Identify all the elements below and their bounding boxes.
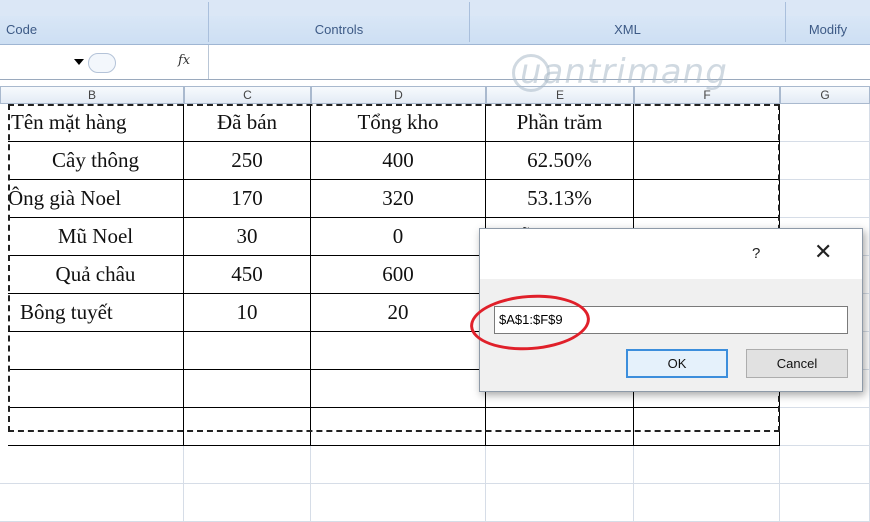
table-row <box>0 446 870 484</box>
table-cell[interactable] <box>634 484 780 522</box>
table-cell[interactable] <box>0 484 184 522</box>
cancel-button[interactable]: Cancel <box>746 349 848 378</box>
table-cell[interactable]: 250 <box>184 142 311 180</box>
table-cell[interactable]: 20 <box>311 294 486 332</box>
table-cell[interactable] <box>780 446 870 484</box>
table-cell[interactable]: 10 <box>184 294 311 332</box>
table-cell[interactable] <box>184 370 311 408</box>
table-cell[interactable] <box>634 142 780 180</box>
table-cell[interactable] <box>634 408 780 446</box>
chevron-down-icon[interactable] <box>74 59 84 65</box>
table-cell[interactable]: 170 <box>184 180 311 218</box>
table-row: Cây thông 250 400 62.50% <box>0 142 870 180</box>
table-cell[interactable]: Ông già Noel <box>8 180 184 218</box>
table-cell[interactable]: Quả châu <box>8 256 184 294</box>
function-icon[interactable]: fx <box>178 53 190 68</box>
dialog-title-bar[interactable]: ? ✕ <box>480 229 862 279</box>
ribbon-group-controls[interactable]: Controls <box>209 20 469 40</box>
expand-circle-icon[interactable] <box>88 53 116 73</box>
help-icon[interactable]: ? <box>752 245 760 262</box>
formula-bar: fx <box>0 45 870 80</box>
table-cell[interactable] <box>311 332 486 370</box>
table-cell[interactable] <box>486 484 634 522</box>
table-cell[interactable] <box>184 484 311 522</box>
ribbon-group-modify[interactable]: Modify <box>786 20 870 40</box>
table-cell[interactable] <box>634 180 780 218</box>
table-cell[interactable]: 53.13% <box>486 180 634 218</box>
table-cell[interactable]: 400 <box>311 142 486 180</box>
table-cell[interactable] <box>486 408 634 446</box>
table-cell[interactable]: Mũ Noel <box>8 218 184 256</box>
watermark: uantrimang <box>520 52 728 92</box>
table-cell[interactable]: Tổng kho <box>311 104 486 142</box>
table-cell[interactable] <box>184 332 311 370</box>
table-cell[interactable] <box>311 370 486 408</box>
ribbon-top-strip <box>0 0 870 16</box>
table-cell[interactable] <box>486 446 634 484</box>
table-cell[interactable] <box>780 484 870 522</box>
table-row <box>0 484 870 522</box>
table-cell[interactable] <box>780 180 870 218</box>
table-cell[interactable] <box>780 142 870 180</box>
table-cell[interactable] <box>184 446 311 484</box>
table-cell[interactable]: 0 <box>311 218 486 256</box>
ribbon: Code Controls XML Modify <box>0 0 870 45</box>
ribbon-group-xml[interactable]: XML <box>470 20 785 40</box>
ribbon-group-code[interactable]: Code <box>0 20 214 40</box>
column-header-g[interactable]: G <box>780 86 870 104</box>
table-cell[interactable] <box>8 408 184 446</box>
table-cell[interactable]: Bông tuyết <box>8 294 184 332</box>
table-cell[interactable]: 600 <box>311 256 486 294</box>
table-cell[interactable] <box>8 370 184 408</box>
column-header-b[interactable]: B <box>0 86 184 104</box>
table-cell[interactable] <box>184 408 311 446</box>
range-input[interactable]: $A$1:$F$9 <box>494 306 848 334</box>
table-cell[interactable]: 30 <box>184 218 311 256</box>
table-row: Tên mặt hàng Đã bán Tổng kho Phần trăm <box>0 104 870 142</box>
table-cell[interactable] <box>634 446 780 484</box>
dialog-body: $A$1:$F$9 OK Cancel <box>480 279 862 391</box>
table-cell[interactable] <box>780 408 870 446</box>
close-icon[interactable]: ✕ <box>814 239 832 265</box>
range-select-dialog: ? ✕ $A$1:$F$9 OK Cancel <box>479 228 863 392</box>
column-header-d[interactable]: D <box>311 86 486 104</box>
table-cell[interactable]: Phần trăm <box>486 104 634 142</box>
table-cell[interactable]: 320 <box>311 180 486 218</box>
table-cell[interactable] <box>311 446 486 484</box>
table-row: Ông già Noel 170 320 53.13% <box>0 180 870 218</box>
table-cell[interactable]: Đã bán <box>184 104 311 142</box>
table-cell[interactable] <box>311 484 486 522</box>
table-cell[interactable]: Cây thông <box>8 142 184 180</box>
table-row <box>0 408 870 446</box>
table-cell[interactable] <box>0 446 184 484</box>
table-cell[interactable] <box>634 104 780 142</box>
table-cell[interactable]: Tên mặt hàng <box>8 104 184 142</box>
table-cell[interactable]: 450 <box>184 256 311 294</box>
table-cell[interactable]: 62.50% <box>486 142 634 180</box>
name-box[interactable]: fx <box>0 45 209 79</box>
column-header-c[interactable]: C <box>184 86 311 104</box>
table-cell[interactable] <box>780 104 870 142</box>
table-cell[interactable] <box>8 332 184 370</box>
table-cell[interactable] <box>311 408 486 446</box>
ok-button[interactable]: OK <box>626 349 728 378</box>
